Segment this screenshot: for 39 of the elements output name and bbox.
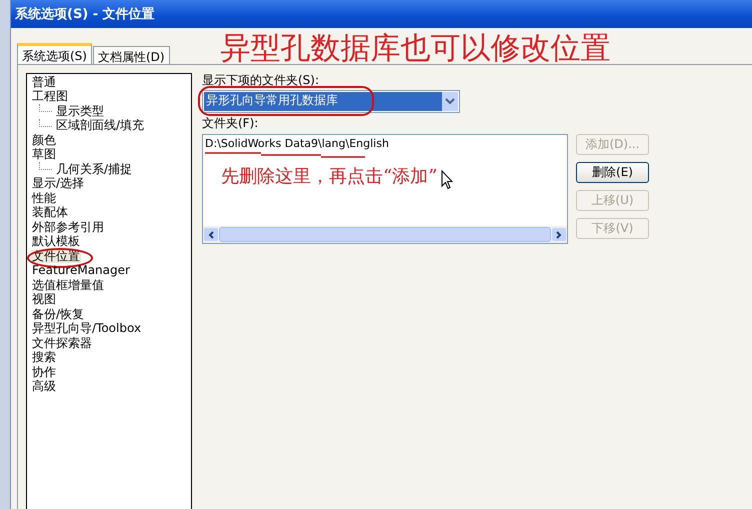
tree-item[interactable]: 搜索 <box>31 351 57 364</box>
action-button[interactable]: 删除(E) <box>576 162 649 183</box>
tree-item[interactable]: 选值框增量值 <box>31 278 105 292</box>
folder-type-label: 显示下项的文件夹(S): <box>202 73 320 88</box>
folders-label: 文件夹(F): <box>202 116 260 131</box>
tree-connector <box>39 104 52 112</box>
tree-connector <box>39 118 52 126</box>
tree-item[interactable]: 草图 <box>31 148 57 162</box>
tree-item[interactable]: 性能 <box>31 192 57 205</box>
tree-item[interactable]: 外部参考引用 <box>31 220 105 234</box>
folder-type-dropdown[interactable]: 异形孔向导常用孔数据库 <box>202 90 460 113</box>
tab[interactable]: 系统选项(S) <box>17 43 92 64</box>
tree-item[interactable]: 默认模板 <box>31 235 81 248</box>
annotation-note: 先删除这里，再点击“添加” <box>221 165 438 188</box>
tree-item[interactable]: 高级 <box>31 380 57 394</box>
tree-connector <box>39 162 52 170</box>
tree-item[interactable]: 协作 <box>31 366 57 379</box>
scroll-thumb[interactable] <box>219 227 551 242</box>
scroll-left-icon[interactable] <box>204 228 218 241</box>
tree-item[interactable]: 装配体 <box>31 206 69 220</box>
horizontal-scrollbar[interactable] <box>203 226 567 243</box>
tree-item[interactable]: 颜色 <box>31 134 57 147</box>
tree-item[interactable]: 几何关系/捕捉 <box>55 162 134 176</box>
tree-item[interactable]: FeatureManager <box>31 264 131 278</box>
tree-item[interactable]: 显示类型 <box>55 104 105 118</box>
annotation-heading: 异型孔数据库也可以修改位置 <box>220 33 611 65</box>
tree-item[interactable]: 文件探索器 <box>31 336 93 350</box>
window-title: 系统选项(S) - 文件位置 <box>15 6 155 23</box>
tree-item[interactable]: 异型孔向导/Toolbox <box>31 322 142 336</box>
tab[interactable]: 文档属性(D) <box>92 46 170 64</box>
scroll-right-icon[interactable] <box>552 228 566 241</box>
mouse-cursor-icon <box>441 170 454 190</box>
tree-item[interactable]: 备份/恢复 <box>31 308 86 321</box>
tree-item[interactable]: 显示/选择 <box>31 177 86 190</box>
tree-item[interactable]: 区域剖面线/填充 <box>55 119 146 132</box>
tree-item[interactable]: 视图 <box>31 293 57 306</box>
folder-path[interactable]: D:\SolidWorks Data9\lang\English <box>205 137 565 151</box>
tree-item[interactable]: 工程图 <box>31 90 69 104</box>
tree-item[interactable]: 普通 <box>31 76 57 89</box>
